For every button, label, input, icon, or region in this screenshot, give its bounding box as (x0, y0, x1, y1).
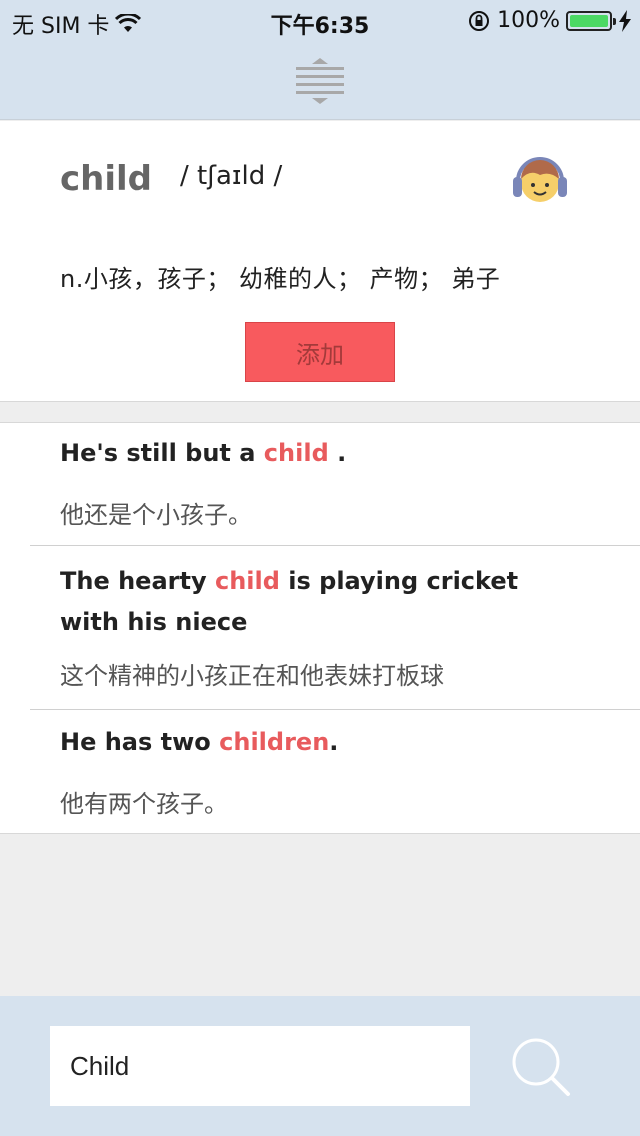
search-icon[interactable] (508, 1034, 572, 1098)
top-bar (0, 40, 640, 120)
example-text: . (328, 439, 347, 467)
battery-level (570, 14, 608, 27)
divider (30, 709, 640, 710)
headphones-avatar-icon[interactable] (510, 151, 570, 209)
example-list: He's still but a child . 他还是个小孩子。 The he… (0, 422, 640, 834)
add-button[interactable]: 添加 (245, 322, 395, 382)
battery-icon (566, 10, 616, 31)
drag-handle-icon[interactable] (296, 58, 344, 106)
search-input[interactable] (50, 1026, 470, 1106)
example-text: The hearty (60, 567, 215, 595)
example-chinese: 这个精神的小孩正在和他表妹打板球 (60, 662, 444, 690)
example-english: He has two children. (60, 722, 580, 763)
example-text: He's still but a (60, 439, 264, 467)
example-chinese: 他有两个孩子。 (60, 790, 228, 818)
status-bar: 无 SIM 卡 下午6:35 100% (0, 0, 640, 40)
definition: n.小孩，孩子； 幼稚的人； 产物； 弟子 (60, 265, 501, 293)
example-text: He has two (60, 728, 220, 756)
charging-icon (619, 9, 631, 32)
example-english: He's still but a child . (60, 433, 580, 474)
search-bar (0, 996, 640, 1136)
phonetic: / tʃaɪld / (180, 161, 283, 191)
word-card: child / tʃaɪld / n.小孩，孩子； 幼稚的人； 产物； 弟子 添… (0, 121, 640, 402)
example-highlight: child (263, 439, 329, 467)
headword: child (60, 159, 153, 199)
example-highlight: child (214, 567, 280, 595)
example-highlight: children (219, 728, 330, 756)
status-right: 100% (467, 8, 632, 33)
divider (30, 545, 640, 546)
battery-percent: 100% (497, 8, 560, 33)
example-chinese: 他还是个小孩子。 (60, 501, 252, 529)
rotation-lock-icon (469, 10, 490, 31)
example-english: The hearty child is playing cricket with… (60, 561, 580, 643)
example-text: . (329, 728, 339, 756)
